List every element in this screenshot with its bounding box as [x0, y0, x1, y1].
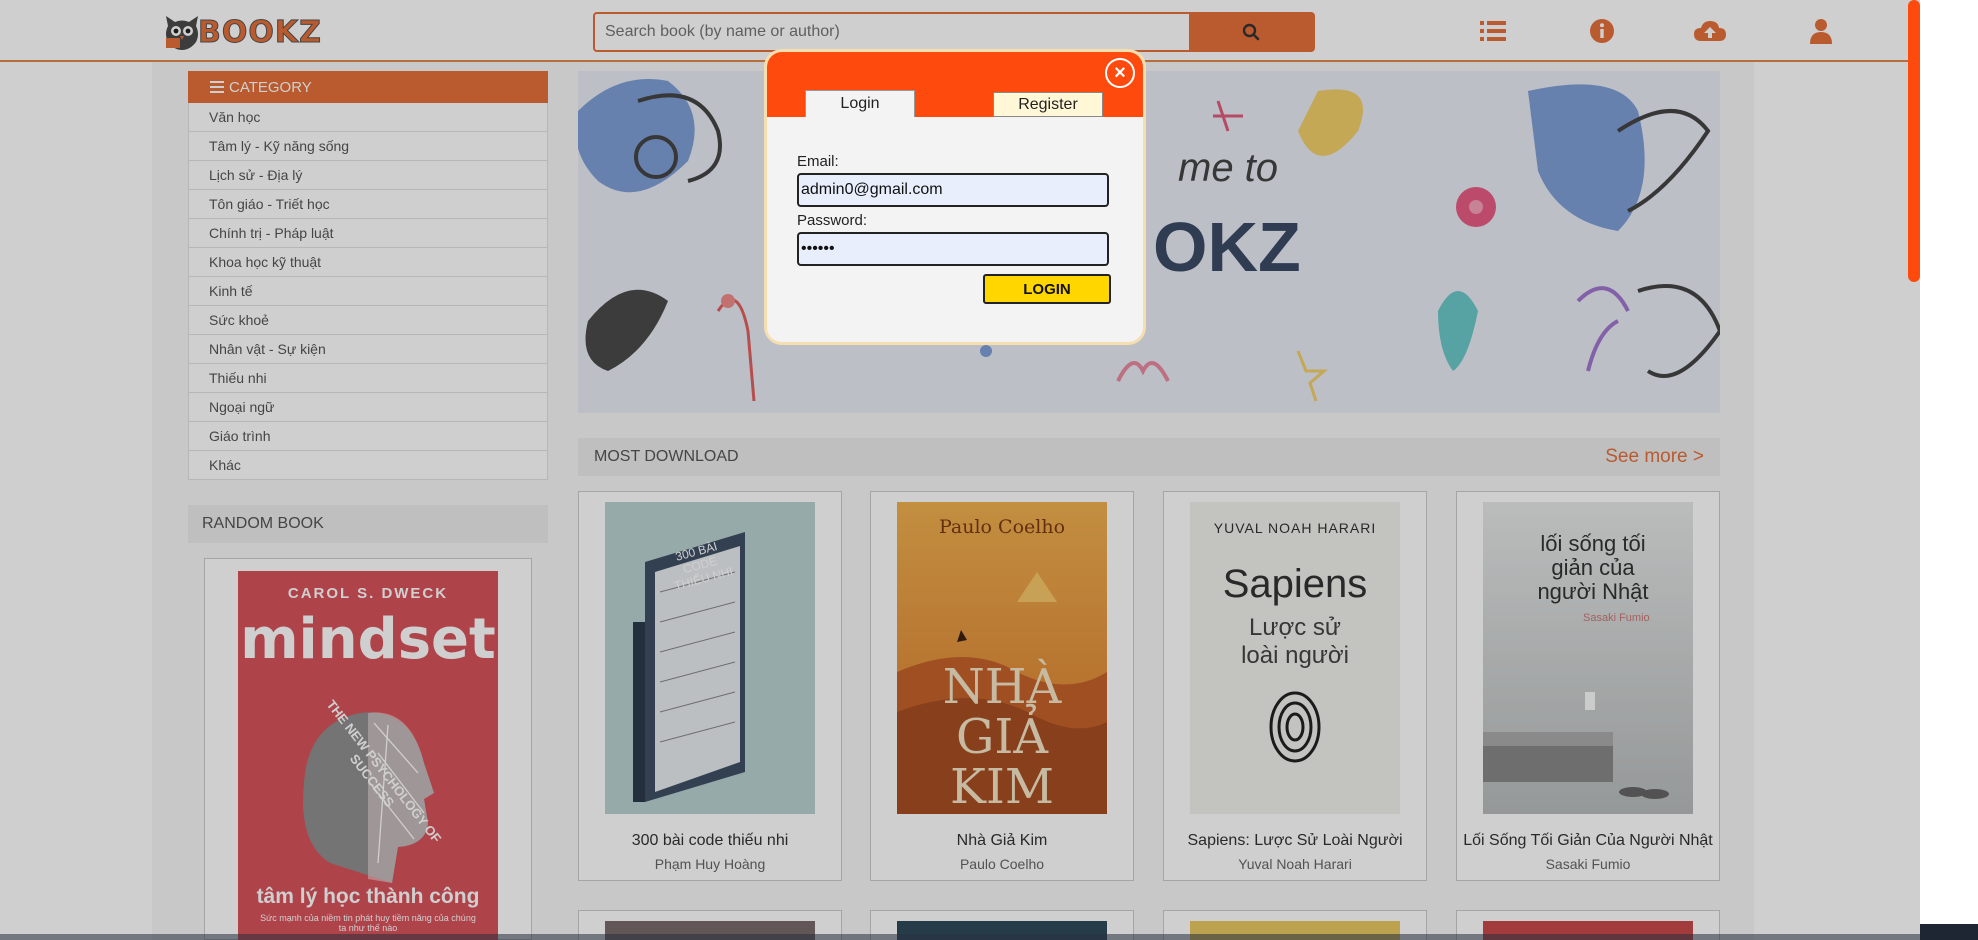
close-icon: × [1114, 61, 1126, 84]
email-label: Email: [797, 153, 839, 170]
login-button[interactable]: LOGIN [983, 274, 1111, 304]
tab-register[interactable]: Register [993, 92, 1103, 117]
password-label: Password: [797, 212, 868, 229]
scrollbar-thumb[interactable] [1908, 0, 1920, 282]
email-field[interactable]: admin0@gmail.com [797, 173, 1109, 207]
close-button[interactable]: × [1105, 58, 1135, 88]
login-modal: × Login Register Email: admin0@gmail.com… [764, 49, 1146, 345]
password-field[interactable]: •••••• [797, 232, 1109, 266]
bottom-edge [0, 934, 1920, 940]
scrollbar-track[interactable] [1920, 0, 1978, 940]
tab-login[interactable]: Login [805, 90, 915, 117]
taskbar-edge [1920, 924, 1978, 940]
